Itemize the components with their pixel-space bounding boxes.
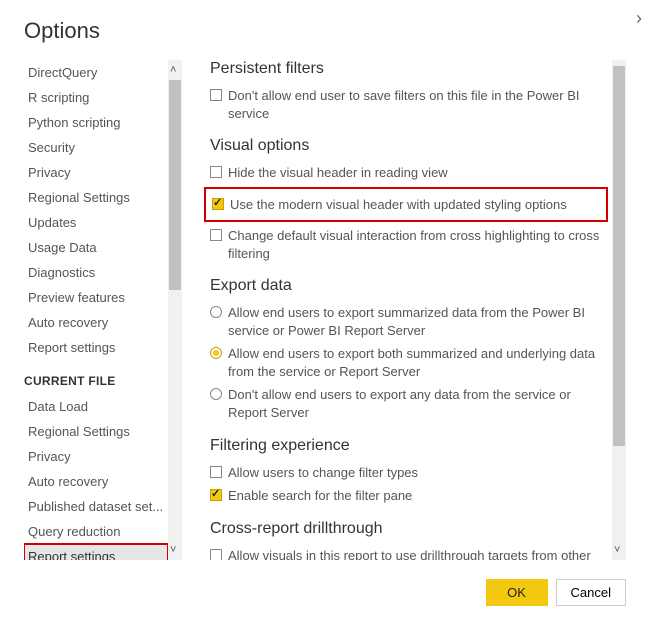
options-dialog: › Options DirectQuery R scripting Python… [0,0,650,620]
section-title-filtering: Filtering experience [210,437,602,455]
option-label: Use the modern visual header with update… [230,196,567,214]
opt-export-both[interactable]: Allow end users to export both summarize… [210,342,602,383]
chevron-down-icon[interactable]: ˅ [614,544,620,556]
option-label: Enable search for the filter pane [228,487,412,505]
dialog-title: Options [24,18,626,44]
sidebar-scroll-thumb[interactable] [169,80,181,290]
ok-button[interactable]: OK [486,579,548,606]
sidebar-item-regional-settings-file[interactable]: Regional Settings [24,419,168,444]
sidebar-item-data-load[interactable]: Data Load [24,394,168,419]
option-label: Change default visual interaction from c… [228,227,602,262]
chevron-up-icon[interactable]: ˄ [170,64,176,76]
sidebar-item-security[interactable]: Security [24,135,168,160]
option-label: Allow end users to export summarized dat… [228,304,602,339]
opt-export-none[interactable]: Don't allow end users to export any data… [210,383,602,424]
dialog-body: DirectQuery R scripting Python scripting… [24,60,626,560]
option-label: Allow users to change filter types [228,464,418,482]
radio-icon[interactable] [210,306,222,318]
sidebar-section-header: CURRENT FILE [24,360,168,394]
sidebar: DirectQuery R scripting Python scripting… [24,60,182,560]
sidebar-item-diagnostics[interactable]: Diagnostics [24,260,168,285]
opt-allow-drillthrough[interactable]: Allow visuals in this report to use dril… [210,544,602,560]
sidebar-item-report-settings-global[interactable]: Report settings [24,335,168,360]
content-pane: Persistent filters Don't allow end user … [182,60,626,560]
sidebar-item-regional-settings[interactable]: Regional Settings [24,185,168,210]
section-title-persistent: Persistent filters [210,60,602,78]
sidebar-item-query-reduction[interactable]: Query reduction [24,519,168,544]
chevron-down-icon[interactable]: ˅ [170,544,176,556]
option-label: Allow visuals in this report to use dril… [228,547,602,560]
dialog-footer: OK Cancel [486,579,626,606]
opt-modern-visual-header[interactable]: Use the modern visual header with update… [212,193,600,217]
sidebar-item-privacy-file[interactable]: Privacy [24,444,168,469]
sidebar-item-directquery[interactable]: DirectQuery [24,60,168,85]
option-label: Hide the visual header in reading view [228,164,448,182]
sidebar-item-privacy[interactable]: Privacy [24,160,168,185]
sidebar-item-report-settings-file[interactable]: Report settings [24,544,168,560]
sidebar-item-usage-data[interactable]: Usage Data [24,235,168,260]
sidebar-item-r-scripting[interactable]: R scripting [24,85,168,110]
checkbox-icon[interactable] [210,549,222,560]
sidebar-item-updates[interactable]: Updates [24,210,168,235]
content-scrollbar[interactable]: ˄ ˅ [612,60,626,560]
chevron-right-icon[interactable]: › [636,8,642,29]
option-label: Don't allow end user to save filters on … [228,87,602,122]
sidebar-scrollbar[interactable]: ˄ ˅ [168,60,182,560]
section-title-export: Export data [210,277,602,295]
section-title-cross-report: Cross-report drillthrough [210,520,602,538]
highlight-modern-visual-header: Use the modern visual header with update… [204,187,608,223]
checkbox-icon[interactable] [210,89,222,101]
sidebar-item-auto-recovery-file[interactable]: Auto recovery [24,469,168,494]
sidebar-item-preview-features[interactable]: Preview features [24,285,168,310]
option-label: Don't allow end users to export any data… [228,386,602,421]
opt-hide-visual-header[interactable]: Hide the visual header in reading view [210,161,602,185]
radio-icon[interactable] [210,388,222,400]
radio-checked-icon[interactable] [210,347,222,359]
content-scroll-thumb[interactable] [613,66,625,446]
opt-export-summarized[interactable]: Allow end users to export summarized dat… [210,301,602,342]
section-title-visual: Visual options [210,137,602,155]
checkbox-checked-icon[interactable] [212,198,224,210]
opt-persistent-disallow[interactable]: Don't allow end user to save filters on … [210,84,602,125]
opt-change-default-interaction[interactable]: Change default visual interaction from c… [210,224,602,265]
cancel-button[interactable]: Cancel [556,579,626,606]
sidebar-item-auto-recovery[interactable]: Auto recovery [24,310,168,335]
checkbox-icon[interactable] [210,166,222,178]
option-label: Allow end users to export both summarize… [228,345,602,380]
checkbox-icon[interactable] [210,466,222,478]
opt-enable-search-filter-pane[interactable]: Enable search for the filter pane [210,484,602,508]
sidebar-item-published-dataset[interactable]: Published dataset set... [24,494,168,519]
checkbox-icon[interactable] [210,229,222,241]
checkbox-checked-icon[interactable] [210,489,222,501]
sidebar-item-python-scripting[interactable]: Python scripting [24,110,168,135]
opt-change-filter-types[interactable]: Allow users to change filter types [210,461,602,485]
